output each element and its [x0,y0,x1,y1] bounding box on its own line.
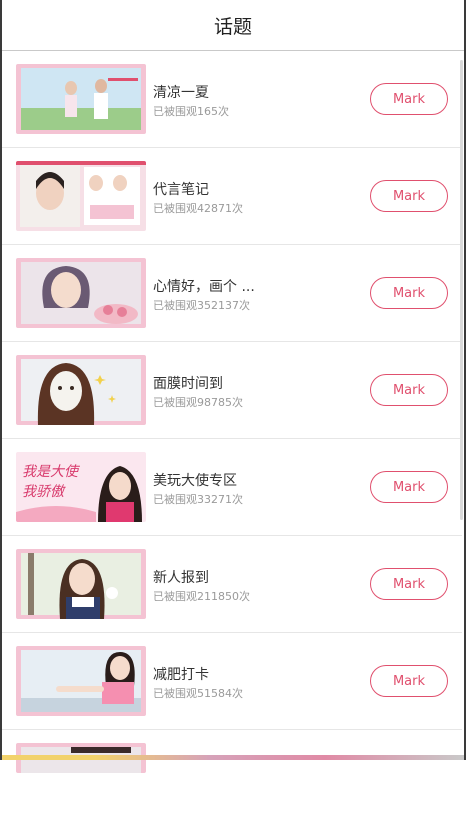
mark-button[interactable]: Mark [370,568,448,600]
topic-view-count: 已被围观211850次 [153,590,250,603]
topic-view-count: 已被围观352137次 [153,299,250,312]
topic-view-count: 已被围观33271次 [153,493,243,506]
topic-list: 清凉一夏 已被围观165次 Mark 代言笔记 已被围观42871次 Mark [2,51,462,827]
topic-view-count: 已被围观42871次 [153,202,243,215]
scrollbar[interactable] [460,60,463,520]
page-title: 话题 [213,15,252,38]
fitness-checkin-photo-icon [16,646,146,716]
topic-title: 面膜时间到 [153,376,223,392]
topic-row[interactable]: 代言笔记 已被围观42871次 Mark [2,148,462,245]
summer-couple-photo-icon [16,64,146,134]
mark-button[interactable]: Mark [370,180,448,212]
topic-title: 代言笔记 [153,182,209,198]
topic-title: 清凉一夏 [153,85,209,101]
topic-row[interactable]: 减肥打卡 已被围观51584次 Mark [2,633,462,730]
topic-row[interactable]: 心情好，画个 ... 已被围观352137次 Mark [2,245,462,342]
newcomer-photo-icon [16,549,146,619]
bottom-edge-strip [2,755,464,760]
page-header: 话题 [2,0,464,51]
topic-row[interactable]: 我是大使 我骄傲 美玩大使专区 已被围观33271次 Mark [2,439,462,536]
ambassador-photo-icon: 我是大使 我骄傲 [16,452,146,522]
endorsement-notes-photo-icon [16,161,146,231]
topic-view-count: 已被围观165次 [153,105,229,118]
topic-title: 新人报到 [153,570,209,586]
topic-row[interactable] [2,730,462,827]
topic-title: 美玩大使专区 [153,473,237,489]
svg-text:我骄傲: 我骄傲 [22,484,66,500]
mark-button[interactable]: Mark [370,277,448,309]
topic-row[interactable]: 面膜时间到 已被围观98785次 Mark [2,342,462,439]
topic-row[interactable]: 新人报到 已被围观211850次 Mark [2,536,462,633]
topic-row[interactable]: 清凉一夏 已被围观165次 Mark [2,51,462,148]
topic-title: 心情好，画个 ... [153,279,255,295]
topic-view-count: 已被围观51584次 [153,687,243,700]
mark-button[interactable]: Mark [370,471,448,503]
mark-button[interactable]: Mark [370,83,448,115]
svg-text:我是大使: 我是大使 [22,464,81,480]
mark-button[interactable]: Mark [370,374,448,406]
topic-title: 减肥打卡 [153,667,209,683]
mark-button[interactable]: Mark [370,665,448,697]
mood-makeup-photo-icon [16,258,146,328]
topic-view-count: 已被围观98785次 [153,396,243,409]
face-mask-photo-icon [16,355,146,425]
